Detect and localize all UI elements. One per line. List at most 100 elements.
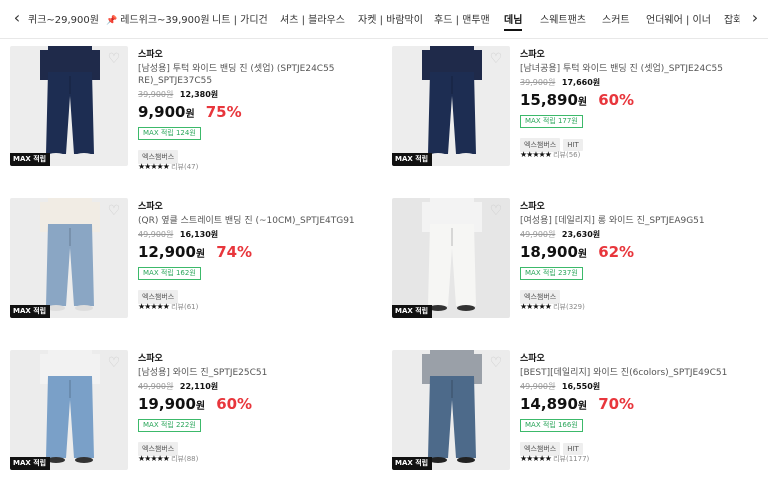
- star-rating-icon: ★★★★★: [520, 302, 552, 311]
- tag-list: 엑스챔버스 HIT: [520, 436, 756, 456]
- tab-shirts[interactable]: 셔츠 | 블라우스: [280, 11, 345, 26]
- tab-label: 스웨트팬츠: [540, 15, 586, 26]
- rating-row: ★★★★★ 리뷰(61): [138, 302, 374, 312]
- brand-name: 스파오: [138, 354, 163, 364]
- final-price: 14,890: [520, 395, 578, 413]
- max-point: MAX 적립 222원: [138, 419, 201, 432]
- product-info: 스파오 (QR) 옆클 스트레이트 밴딩 진 (~10CM)_SPTJE4TG9…: [138, 198, 374, 312]
- heart-icon[interactable]: ♡: [106, 51, 122, 67]
- product-info: 스파오 [남녀공용] 투턱 와이드 밴딩 진 (셋업)_SPTJE24C55 3…: [520, 46, 756, 160]
- review-count[interactable]: 리뷰(88): [171, 455, 198, 463]
- tab-label: 데님: [504, 15, 523, 26]
- currency-unit: 원: [577, 401, 588, 412]
- max-point: MAX 적립 166원: [520, 419, 583, 432]
- max-point-badge: MAX 적립: [392, 457, 432, 470]
- max-point-badge: MAX 적립: [10, 457, 50, 470]
- tab-sweatpants[interactable]: 스웨트팬츠: [540, 11, 586, 26]
- currency-unit: 원: [577, 249, 588, 260]
- rating-row: ★★★★★ 리뷰(329): [520, 302, 756, 312]
- product-card[interactable]: ♡ MAX 적립 스파오 [BEST][데일리지] 와이드 진(6colors)…: [382, 350, 762, 490]
- final-price-row: 15,890원 60%: [520, 90, 756, 109]
- coupon-price: 17,660원: [561, 78, 601, 87]
- review-count[interactable]: 리뷰(1177): [553, 455, 589, 463]
- product-card[interactable]: ♡ MAX 적립 스파오 (QR) 옆클 스트레이트 밴딩 진 (~10CM)_…: [0, 198, 380, 338]
- product-card[interactable]: ♡ MAX 적립 스파오 [여성용] [데일리지] 롱 와이드 진_SPTJEA…: [382, 198, 762, 338]
- tab-knit[interactable]: 니트 | 가디건: [212, 11, 268, 26]
- discount-rate: 74%: [216, 243, 253, 261]
- tab-skirt[interactable]: 스커트: [602, 11, 630, 26]
- product-image[interactable]: ♡ MAX 적립: [392, 350, 510, 470]
- heart-icon[interactable]: ♡: [488, 51, 504, 67]
- heart-icon[interactable]: ♡: [106, 203, 122, 219]
- product-name[interactable]: [남녀공용] 투턱 와이드 밴딩 진 (셋업)_SPTJE24C55: [520, 63, 756, 75]
- original-price: 49,900원: [520, 382, 556, 391]
- product-name[interactable]: [BEST][데일리지] 와이드 진(6colors)_SPTJE49C51: [520, 367, 756, 379]
- product-name[interactable]: [남성용] 투턱 와이드 밴딩 진 (셋업) (SPTJE24C55 RE)_S…: [138, 63, 374, 87]
- max-point-badge: MAX 적립: [10, 305, 50, 318]
- chevron-right-icon[interactable]: ›: [746, 8, 764, 28]
- tab-label: 후드 | 맨투맨: [434, 15, 490, 26]
- category-tabs: 퀴크~29,900원 📌 레드위크~39,900원 니트 | 가디건 셔츠 | 블…: [28, 0, 740, 38]
- tab-label: 잡화: [724, 15, 740, 26]
- max-point: MAX 적립 177원: [520, 115, 583, 128]
- tab-label: 셔츠 | 블라우스: [280, 15, 345, 26]
- product-image[interactable]: ♡ MAX 적립: [392, 198, 510, 318]
- max-point-badge: MAX 적립: [392, 153, 432, 166]
- tab-underwear[interactable]: 언더웨어 | 이너: [646, 11, 711, 26]
- final-price: 18,900: [520, 243, 578, 261]
- heart-icon[interactable]: ♡: [488, 203, 504, 219]
- currency-unit: 원: [577, 97, 588, 108]
- product-card[interactable]: ♡ MAX 적립 스파오 [남녀공용] 투턱 와이드 밴딩 진 (셋업)_SPT…: [382, 46, 762, 186]
- tab-goods[interactable]: 잡화: [724, 11, 740, 26]
- tab-label: 니트 | 가디건: [212, 15, 268, 26]
- product-image[interactable]: ♡ MAX 적립: [10, 46, 128, 166]
- currency-unit: 원: [195, 249, 206, 260]
- product-image[interactable]: ♡ MAX 적립: [10, 350, 128, 470]
- heart-icon[interactable]: ♡: [488, 355, 504, 371]
- review-count[interactable]: 리뷰(329): [553, 303, 585, 311]
- currency-unit: 원: [185, 109, 195, 120]
- original-price: 49,900원: [520, 230, 556, 239]
- price-line: 39,900원 17,660원: [520, 77, 756, 88]
- product-name[interactable]: [여성용] [데일리지] 롱 와이드 진_SPTJEA9G51: [520, 215, 756, 227]
- coupon-price: 23,630원: [561, 230, 601, 239]
- tab-denim[interactable]: 데님: [504, 11, 523, 31]
- tab-hood[interactable]: 후드 | 맨투맨: [434, 11, 490, 26]
- final-price: 12,900: [138, 243, 196, 261]
- coupon-price: 16,550원: [561, 382, 601, 391]
- review-count[interactable]: 리뷰(61): [171, 303, 198, 311]
- heart-icon[interactable]: ♡: [106, 355, 122, 371]
- tag-list: 엑스챔버스 HIT: [520, 132, 756, 152]
- star-rating-icon: ★★★★★: [138, 302, 170, 311]
- tab-redweek[interactable]: 📌 레드위크~39,900원: [106, 11, 210, 26]
- coupon-price: 12,380원: [179, 90, 219, 99]
- review-count[interactable]: 리뷰(47): [171, 163, 198, 171]
- currency-unit: 원: [195, 401, 206, 412]
- tab-jacket[interactable]: 자켓 | 바람막이: [358, 11, 423, 26]
- tag-list: 엑스챔버스: [138, 436, 374, 456]
- original-price: 39,900원: [138, 90, 174, 99]
- star-rating-icon: ★★★★★: [138, 454, 170, 463]
- product-image[interactable]: ♡ MAX 적립: [392, 46, 510, 166]
- final-price-row: 9,900원 75%: [138, 102, 374, 121]
- rating-row: ★★★★★ 리뷰(88): [138, 454, 374, 464]
- tab-label: 스커트: [602, 15, 630, 26]
- product-image[interactable]: ♡ MAX 적립: [10, 198, 128, 318]
- product-name[interactable]: [남성용] 와이드 진_SPTJE25C51: [138, 367, 374, 379]
- tab-label: 퀴크~29,900원: [28, 15, 99, 26]
- original-price: 39,900원: [520, 78, 556, 87]
- product-name[interactable]: (QR) 옆클 스트레이트 밴딩 진 (~10CM)_SPTJE4TG91: [138, 215, 374, 227]
- product-info: 스파오 [BEST][데일리지] 와이드 진(6colors)_SPTJE49C…: [520, 350, 756, 464]
- review-count[interactable]: 리뷰(56): [553, 151, 580, 159]
- product-card[interactable]: ♡ MAX 적립 스파오 [남성용] 와이드 진_SPTJE25C51 49,9…: [0, 350, 380, 490]
- price-line: 49,900원 16,550원: [520, 381, 756, 392]
- tag-list: 엑스챔버스: [138, 144, 374, 164]
- brand-name: 스파오: [520, 50, 545, 60]
- discount-rate: 70%: [598, 395, 635, 413]
- discount-rate: 75%: [205, 103, 242, 121]
- coupon-price: 16,130원: [179, 230, 219, 239]
- chevron-left-icon[interactable]: ‹: [8, 8, 26, 28]
- product-card[interactable]: ♡ MAX 적립 스파오 [남성용] 투턱 와이드 밴딩 진 (셋업) (SPT…: [0, 46, 380, 186]
- tab-quick[interactable]: 퀴크~29,900원: [28, 11, 99, 26]
- max-point: MAX 적립 162원: [138, 267, 201, 280]
